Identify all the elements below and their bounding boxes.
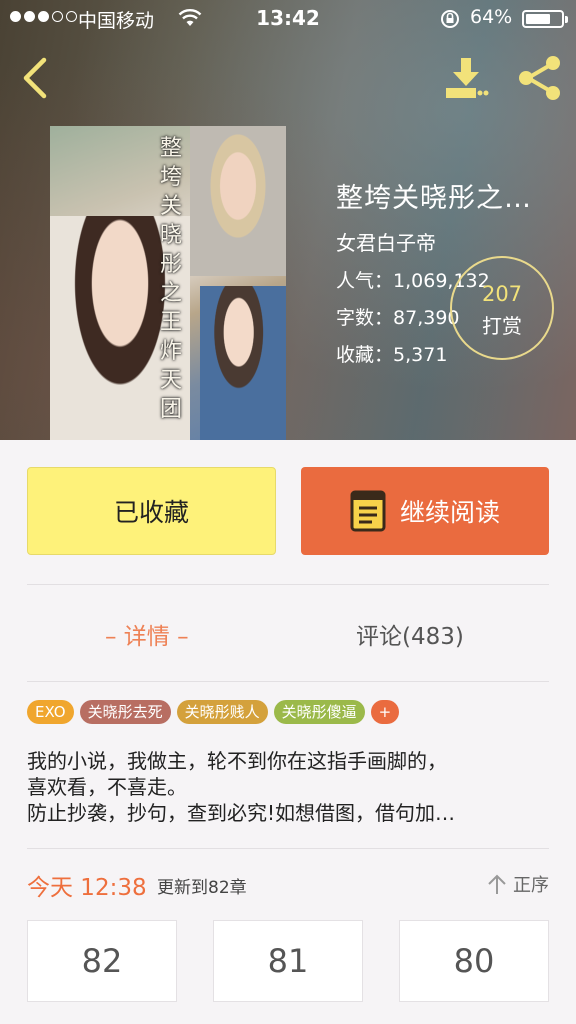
tab-details[interactable]: – 详情 – xyxy=(105,617,189,651)
favorited-button[interactable]: 已收藏 xyxy=(27,467,276,555)
battery-percent: 64% xyxy=(470,6,513,28)
status-bar: 中国移动 13:42 64% xyxy=(0,0,576,38)
tag-item[interactable]: 关晓彤去死 xyxy=(79,700,171,724)
rotation-lock-icon xyxy=(441,10,459,28)
add-tag-button[interactable]: + xyxy=(370,700,400,724)
chapter-button[interactable]: 80 xyxy=(399,920,549,1002)
action-bar: 已收藏 继续阅读 xyxy=(0,440,576,584)
description-line: 喜欢看，不喜走。 xyxy=(27,775,187,799)
sort-order-button[interactable]: 正序 xyxy=(487,871,549,897)
tag-item[interactable]: 关晓彤傻逼 xyxy=(273,700,365,724)
tab-comments[interactable]: 评论(483) xyxy=(356,617,464,651)
update-time: 今天 12:38 xyxy=(27,875,147,901)
back-icon xyxy=(23,57,47,99)
arrow-up-icon xyxy=(488,874,506,894)
share-button[interactable] xyxy=(514,54,566,102)
continue-reading-label: 继续阅读 xyxy=(399,498,500,527)
tag-item[interactable]: 关晓彤贱人 xyxy=(176,700,268,724)
cover-title-text: 整垮关晓彤之王炸天团 xyxy=(160,136,183,422)
battery-icon xyxy=(522,10,568,28)
book-cover[interactable]: 整垮关晓彤之王炸天团 xyxy=(50,126,286,440)
book-author[interactable]: 女君白子帝 xyxy=(336,227,558,256)
continue-reading-button[interactable]: 继续阅读 xyxy=(301,467,549,555)
tag-exo[interactable]: EXO xyxy=(27,700,74,724)
description-line: 防止抄袭，抄句，查到必究!如想借图，借句加… xyxy=(27,801,456,825)
book-description[interactable]: 我的小说，我做主，轮不到你在这指手画脚的， 喜欢看，不喜走。 防止抄袭，抄句，查… xyxy=(27,748,549,826)
tag-list: EXO 关晓彤去死 关晓彤贱人 关晓彤傻逼 + xyxy=(27,700,400,724)
update-info: 今天 12:38 更新到82章 正序 xyxy=(27,866,549,902)
chapter-button[interactable]: 81 xyxy=(213,920,363,1002)
reward-label: 打赏 xyxy=(482,314,522,338)
detail-tabs: – 详情 – 评论(483) xyxy=(0,585,576,681)
description-line: 我的小说，我做主，轮不到你在这指手画脚的， xyxy=(27,749,447,773)
divider xyxy=(27,848,549,849)
book-icon xyxy=(350,490,386,532)
download-icon xyxy=(446,58,489,98)
chapter-button[interactable]: 82 xyxy=(27,920,177,1002)
share-icon xyxy=(519,56,560,100)
download-button[interactable] xyxy=(440,54,492,102)
reward-count: 207 xyxy=(481,282,523,306)
sort-order-label: 正序 xyxy=(513,875,549,896)
book-title: 整垮关晓彤之… xyxy=(336,183,532,214)
chapter-list: 82 81 80 xyxy=(27,920,549,1002)
back-button[interactable] xyxy=(18,56,54,100)
update-text: 更新到82章 xyxy=(157,878,247,898)
reward-button[interactable]: 207 打赏 xyxy=(450,256,554,360)
divider xyxy=(27,681,549,682)
